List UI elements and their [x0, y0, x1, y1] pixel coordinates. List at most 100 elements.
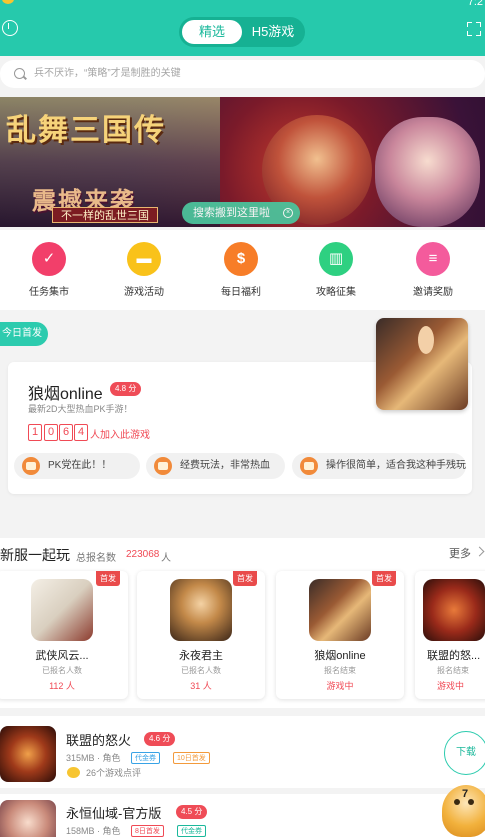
menu-label: 邀请奖励: [413, 287, 453, 298]
avatar: [22, 457, 40, 475]
server-game-name: 狼烟online: [314, 650, 366, 662]
total-signups-value: 223068: [126, 549, 160, 560]
chip-text: 经费玩法，非常热血: [180, 460, 270, 471]
server-card[interactable]: 首发 永夜君主 已报名人数 31 人: [137, 571, 265, 699]
menu-label: 攻略征集: [316, 287, 356, 298]
server-status-label: 已报名人数: [181, 666, 221, 675]
comment-chip[interactable]: PK党在此！！: [14, 453, 140, 479]
game-icon: [0, 726, 56, 782]
section-title: 新服一起玩: [0, 547, 70, 563]
score-badge: 4.6 分: [144, 732, 176, 746]
game-cover-image[interactable]: [376, 318, 468, 410]
chip-text: PK党在此！！: [48, 460, 112, 471]
server-game-name: 武侠风云...: [35, 650, 89, 662]
server-status-label: 报名结束: [324, 666, 356, 675]
voucher-tag: 代金券: [177, 825, 206, 837]
search-moved-toast[interactable]: 搜索搬到这里啦 ×: [182, 202, 300, 224]
join-count-label: 人加入此游戏: [90, 430, 150, 441]
game-icon: [309, 579, 371, 641]
comment-chip[interactable]: 操作很简单，适合我这种手残玩: [292, 453, 466, 479]
score-badge: 4.5 分: [176, 805, 208, 819]
mascot-badge-number: 7: [462, 788, 469, 800]
top-bar: 7:2 精选 H5游戏: [0, 0, 485, 56]
today-game-name[interactable]: 狼烟online: [28, 380, 103, 404]
tab-featured[interactable]: 精选: [182, 20, 242, 44]
book-icon: ▥: [319, 242, 353, 276]
money-bag-icon: $: [224, 242, 258, 276]
banner-subtitle: 不一样的乱世三国: [52, 207, 158, 223]
join-count-digit: 6: [59, 424, 73, 441]
join-count-digit: 4: [74, 424, 88, 441]
total-signups-unit: 人: [161, 553, 171, 564]
menu-item-game-events[interactable]: ▬ 游戏活动: [109, 242, 179, 298]
menu-label: 任务集市: [29, 287, 69, 298]
comment-count: 26个游戏点评: [86, 768, 142, 778]
game-icon: [423, 579, 485, 641]
app-screen: 7:2 精选 H5游戏 兵不厌诈，“策略”才是制胜的关键 乱舞三国传 震撼来袭 …: [0, 0, 485, 837]
coins-icon: ≡: [416, 242, 450, 276]
join-count-digit: 0: [44, 424, 58, 441]
close-icon[interactable]: ×: [283, 208, 293, 218]
search-bar[interactable]: 兵不厌诈，“策略”才是制胜的关键: [0, 60, 485, 88]
first-launch-badge: 首发: [96, 571, 120, 586]
menu-item-daily-bonus[interactable]: $ 每日福利: [206, 242, 276, 298]
menu-item-invite-reward[interactable]: ≡ 邀请奖励: [398, 242, 468, 298]
toast-text: 搜索搬到这里啦: [193, 207, 270, 219]
status-notification-icon: [2, 0, 14, 4]
server-status-value: 112 人: [49, 681, 75, 691]
today-launch-tag: 今日首发: [0, 322, 48, 346]
avatar: [300, 457, 318, 475]
banner-game-title: 乱舞三国传: [6, 113, 166, 148]
server-game-name: 联盟的怒...: [427, 650, 481, 662]
server-game-name: 永夜君主: [179, 650, 223, 662]
banner-hero-lady: [375, 117, 480, 227]
search-placeholder: 兵不厌诈，“策略”才是制胜的关键: [34, 68, 181, 79]
game-meta: 158MB · 角色: [66, 826, 121, 836]
list-item[interactable]: 永恒仙域-官方版 4.5 分 158MB · 角色 8日首发 代金券: [0, 794, 485, 837]
game-icon: [170, 579, 232, 641]
tab-switcher: 精选 H5游戏: [179, 17, 305, 47]
launch-date-tag: 8日首发: [131, 825, 164, 837]
download-button[interactable]: 下载: [444, 731, 485, 775]
server-status-label: 已报名人数: [42, 666, 82, 675]
comment-icon: [67, 767, 80, 778]
server-card[interactable]: 联盟的怒... 报名结束 游戏中: [415, 571, 485, 699]
game-name: 联盟的怒火: [66, 733, 132, 748]
status-time: 7:2: [467, 0, 483, 8]
download-manager-icon[interactable]: [2, 20, 18, 36]
server-status-label: 报名结束: [437, 666, 469, 675]
game-icon: [31, 579, 93, 641]
server-card[interactable]: 首发 武侠风云... 已报名人数 112 人: [0, 571, 128, 699]
server-card[interactable]: 首发 狼烟online 报名结束 游戏中: [276, 571, 404, 699]
game-name: 永恒仙域-官方版: [66, 806, 162, 821]
game-meta: 315MB · 角色: [66, 753, 121, 763]
menu-item-guide-call[interactable]: ▥ 攻略征集: [301, 242, 371, 298]
tab-h5-games[interactable]: H5游戏: [243, 20, 303, 44]
search-icon: [14, 68, 25, 79]
today-game-desc: 最新2D大型热血PK手游！: [28, 404, 133, 414]
game-icon: [0, 800, 56, 837]
chip-text: 操作很简单，适合我这种手残玩: [326, 460, 466, 471]
total-signups-label: 总报名数: [76, 553, 116, 564]
list-item[interactable]: 联盟的怒火 4.6 分 315MB · 角色 代金券 10日首发 26个游戏点评: [0, 716, 485, 788]
menu-label: 每日福利: [221, 287, 261, 298]
more-link[interactable]: 更多: [449, 545, 471, 561]
task-icon: ✓: [32, 242, 66, 276]
server-status-value: 游戏中: [326, 681, 354, 691]
menu-item-task-market[interactable]: ✓ 任务集市: [14, 242, 84, 298]
voucher-tag: 代金券: [131, 752, 160, 764]
join-count-digit: 1: [28, 424, 42, 441]
first-launch-badge: 首发: [233, 571, 257, 586]
avatar: [154, 457, 172, 475]
comment-chip[interactable]: 经费玩法，非常热血: [146, 453, 285, 479]
scan-icon[interactable]: [467, 22, 481, 36]
launch-date-tag: 10日首发: [173, 752, 210, 764]
promo-banner[interactable]: 乱舞三国传 震撼来袭 不一样的乱世三国 搜索搬到这里啦 ×: [0, 97, 485, 227]
first-launch-badge: 首发: [372, 571, 396, 586]
menu-label: 游戏活动: [124, 287, 164, 298]
score-badge: 4.8 分: [110, 382, 142, 396]
quick-menu: ✓ 任务集市 ▬ 游戏活动 $ 每日福利 ▥ 攻略征集 ≡ 邀请奖励: [0, 230, 485, 310]
server-status-value: 31 人: [190, 681, 212, 691]
server-status-value: 游戏中: [437, 681, 465, 691]
gift-icon: ▬: [127, 242, 161, 276]
